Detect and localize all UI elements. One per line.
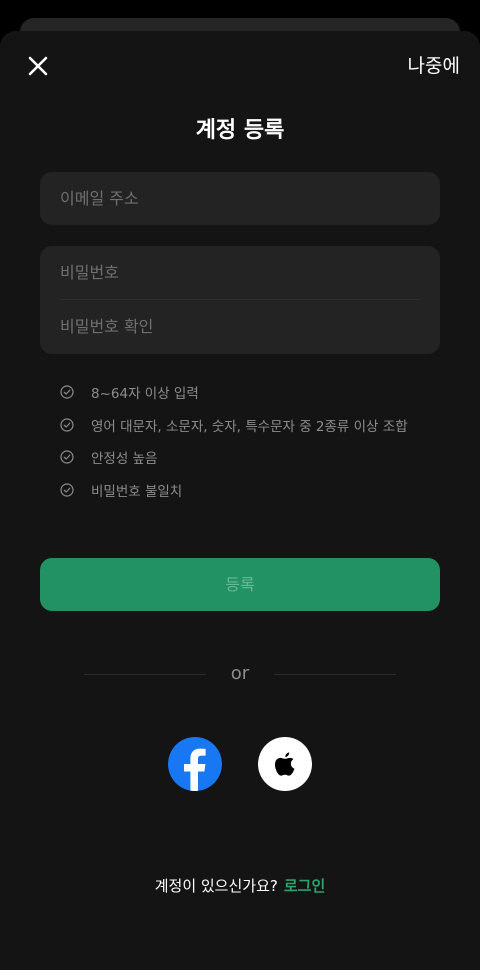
close-button[interactable] (24, 52, 52, 80)
password-group: 비밀번호 비밀번호 확인 (40, 246, 440, 354)
rule-item: 8~64자 이상 입력 (60, 376, 440, 409)
login-link[interactable]: 로그인 (284, 877, 325, 895)
facebook-login-button[interactable] (168, 737, 222, 791)
login-prompt: 계정이 있으신가요? 로그인 (0, 874, 480, 898)
password-confirm-field[interactable]: 비밀번호 확인 (60, 300, 420, 353)
page-title: 계정 등록 (195, 118, 285, 143)
password-field[interactable]: 비밀번호 (60, 246, 420, 299)
rule-item: 안정성 높음 (60, 441, 440, 474)
divider-line-right (274, 674, 396, 675)
email-field[interactable]: 이메일 주소 (40, 172, 440, 225)
rule-text: 영어 대문자, 소문자, 숫자, 특수문자 중 2종류 이상 조합 (91, 418, 408, 435)
facebook-icon (184, 748, 206, 791)
check-circle-icon (60, 483, 74, 497)
check-circle-icon (60, 450, 74, 464)
rule-text: 비밀번호 불일치 (91, 483, 183, 500)
or-divider: or (84, 662, 396, 686)
later-button[interactable]: 나중에 (408, 52, 460, 80)
rule-text: 8~64자 이상 입력 (91, 386, 199, 403)
check-circle-icon (60, 385, 74, 399)
close-icon (28, 56, 48, 76)
email-placeholder: 이메일 주소 (60, 189, 139, 208)
password-rules: 8~64자 이상 입력 영어 대문자, 소문자, 숫자, 특수문자 중 2종류 … (60, 376, 440, 506)
rule-text: 안정성 높음 (91, 451, 158, 468)
rule-item: 비밀번호 불일치 (60, 474, 440, 507)
apple-login-button[interactable] (258, 737, 312, 791)
apple-icon (275, 752, 295, 776)
rule-item: 영어 대문자, 소문자, 숫자, 특수문자 중 2종류 이상 조합 (60, 409, 440, 442)
have-account-text: 계정이 있으신가요? (154, 877, 278, 895)
register-button[interactable]: 등록 (40, 558, 440, 611)
check-circle-icon (60, 418, 74, 432)
